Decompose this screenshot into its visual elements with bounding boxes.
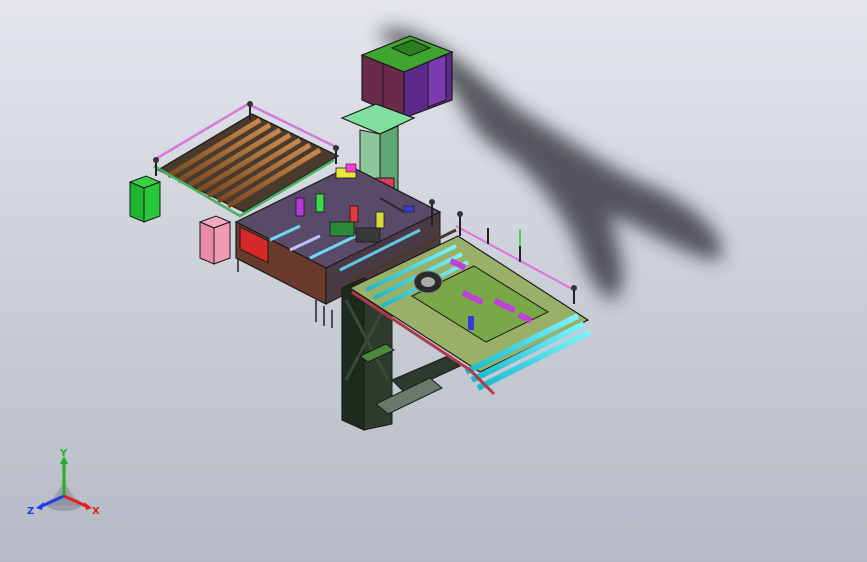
cad-viewport[interactable]: Y X Z xyxy=(0,0,867,562)
y-axis-label: Y xyxy=(59,448,68,459)
z-axis-arrowhead xyxy=(36,502,44,510)
assembly-model[interactable] xyxy=(0,0,867,562)
x-axis-label: X xyxy=(92,506,100,517)
pink-container[interactable] xyxy=(198,215,232,265)
coordinate-triad: Y X Z xyxy=(24,448,104,520)
z-axis-label: Z xyxy=(27,506,34,517)
x-axis-arrowhead xyxy=(84,502,92,510)
green-container[interactable] xyxy=(128,175,162,223)
